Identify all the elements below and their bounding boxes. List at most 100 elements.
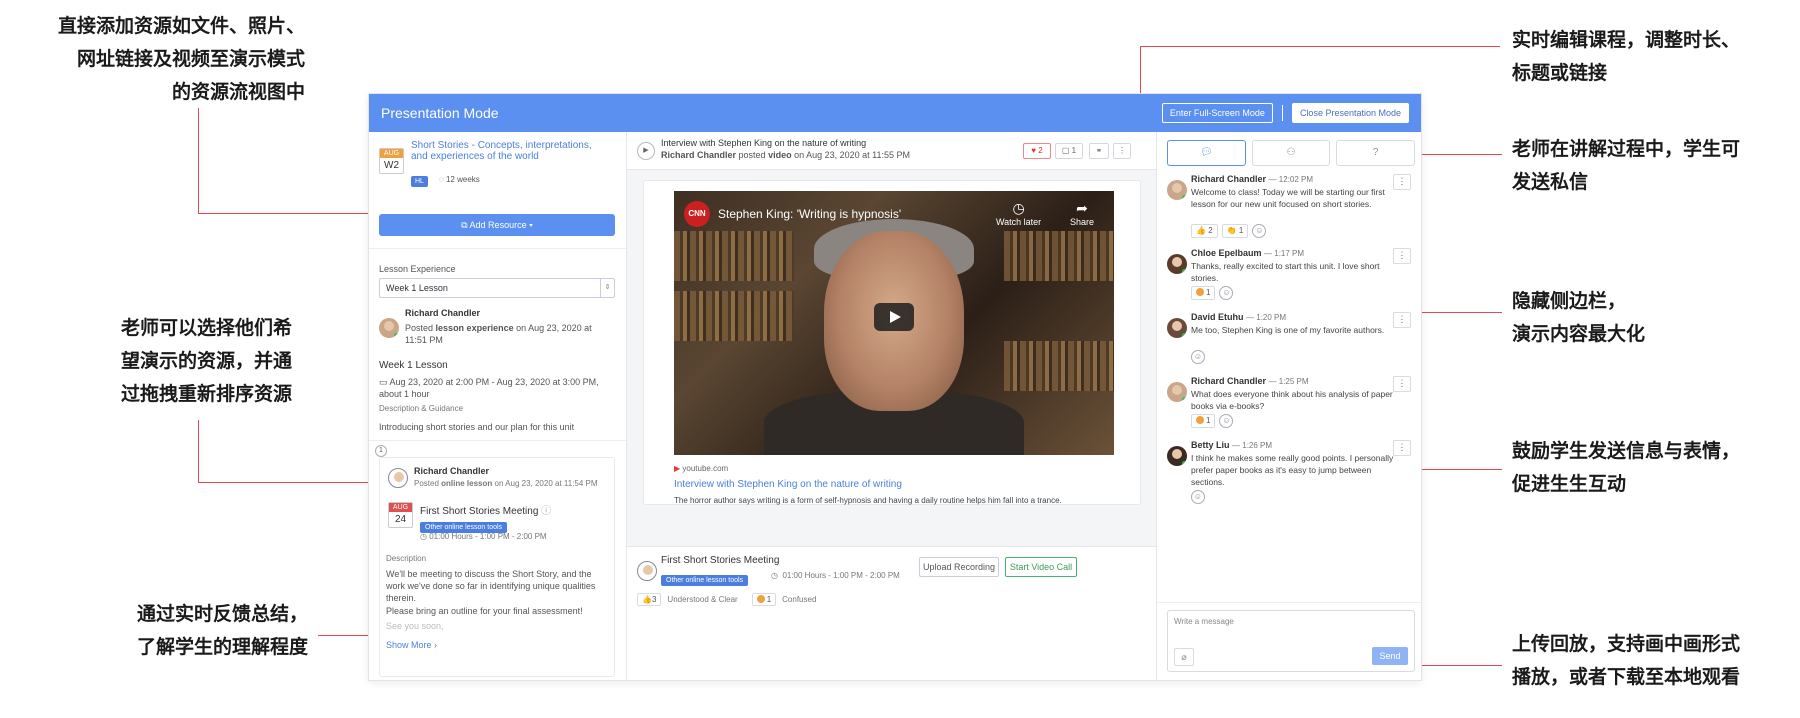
show-more-text: Show More <box>386 640 432 650</box>
emoji-reaction[interactable]: 1 <box>1191 414 1216 428</box>
start-video-call-button[interactable]: Start Video Call <box>1005 557 1077 577</box>
divider <box>369 440 626 441</box>
message-input[interactable]: Write a message <box>1174 617 1234 626</box>
add-resource-button[interactable]: ⧉ Add Resource ▾ <box>379 214 615 236</box>
message-composer: Write a message ⌀ Send <box>1167 610 1415 672</box>
card-desc-3: See you soon, <box>386 621 444 631</box>
share-icon: ➦ <box>1076 200 1088 216</box>
avatar <box>1167 446 1187 466</box>
annotation-private-message: 老师在讲解过程中，学生可 发送私信 <box>1512 138 1741 193</box>
video-card: CNN Stephen King: 'Writing is hypnosis' … <box>643 180 1141 505</box>
emoji-reaction[interactable]: 1 <box>1191 286 1216 300</box>
avatar <box>379 318 399 338</box>
youtube-icon: ▶ <box>674 464 681 473</box>
message-text: Thanks, really excited to start this uni… <box>1191 261 1380 283</box>
message-more-button[interactable]: ⋮ <box>1393 248 1411 264</box>
understood-count: 3 <box>651 595 657 604</box>
course-date-badge: AUG W2 <box>379 148 404 174</box>
chat-message: David Etuhu — 1:20 PM Me too, Stephen Ki… <box>1191 312 1401 336</box>
link-button[interactable]: ⚭ <box>1089 143 1109 159</box>
play-button[interactable] <box>874 303 914 331</box>
resource-header: ▶ Interview with Stephen King on the nat… <box>627 132 1156 170</box>
resource-title: Interview with Stephen King on the natur… <box>661 138 867 148</box>
course-title-link[interactable]: Short Stories - Concepts, interpretation… <box>411 140 611 162</box>
message-more-button[interactable]: ⋮ <box>1393 440 1411 456</box>
posted-item: lesson experience <box>435 323 514 333</box>
lesson-time-text: Aug 23, 2020 at 2:00 PM - Aug 23, 2020 a… <box>379 377 599 399</box>
annotation-hide-sidebar: 隐藏侧边栏， 演示内容最大化 <box>1512 290 1646 345</box>
link-title[interactable]: Interview with Stephen King on the natur… <box>674 479 1124 490</box>
show-more-link[interactable]: Show More › <box>386 640 437 650</box>
lesson-select[interactable]: Week 1 Lesson ⇕ <box>379 278 615 298</box>
add-reaction-icon[interactable]: ☺ <box>1191 490 1205 504</box>
annotation-reorder: 老师可以选择他们希 望演示的资源，并通 过拖拽重新排序资源 <box>120 317 292 405</box>
more-options-button[interactable]: ⋮ <box>1113 143 1131 159</box>
posted-prefix: Posted <box>405 323 434 333</box>
duration-text: 12 weeks <box>445 175 480 184</box>
link-description: The horror author says writing is a form… <box>674 496 1062 505</box>
reaction-count: 1 <box>1238 226 1244 235</box>
calendar-icon: ▭ <box>379 377 390 387</box>
resource-index: 1 <box>375 445 387 457</box>
course-header: AUG W2 Short Stories - Concepts, interpr… <box>379 140 619 192</box>
clap-reaction[interactable]: 👏 1 <box>1221 224 1249 238</box>
card-poster-meta: Posted online lesson on Aug 23, 2020 at … <box>414 478 604 489</box>
video-frame-bookshelf <box>1004 341 1114 391</box>
resource-author: Richard Chandler <box>661 150 737 160</box>
meeting-time: ◷ 01:00 Hours - 1:00 PM - 2:00 PM <box>420 532 547 541</box>
add-reaction-icon[interactable]: ☺ <box>1191 350 1205 364</box>
meeting-title: First Short Stories Meeting ⓘ <box>420 502 551 517</box>
share-label: Share <box>1070 217 1095 227</box>
thumbs-up-reaction[interactable]: 👍 2 <box>1191 224 1218 238</box>
footer-time: ◷ 01:00 Hours - 1:00 PM - 2:00 PM <box>771 571 900 580</box>
message-time: — 1:25 PM <box>1268 377 1309 386</box>
resource-card-online-lesson[interactable]: Richard Chandler Posted online lesson on… <box>379 457 615 677</box>
tab-chat[interactable]: 💬︎ <box>1167 140 1246 166</box>
poster-meta: Posted lesson experience on Aug 23, 2020… <box>405 322 615 346</box>
chat-message: Richard Chandler — 1:25 PM What does eve… <box>1191 376 1401 412</box>
video-player[interactable]: CNN Stephen King: 'Writing is hypnosis' … <box>674 191 1114 455</box>
add-reaction-icon[interactable]: ☺ <box>1219 286 1234 300</box>
understood-count-badge[interactable]: 👍3 <box>637 593 662 606</box>
link-source-text: youtube.com <box>682 464 729 473</box>
desc-guidance-label: Description & Guidance <box>379 404 464 413</box>
video-title: Stephen King: 'Writing is hypnosis' <box>718 207 902 221</box>
confused-count: 1 <box>766 595 772 604</box>
confused-count-badge[interactable]: 1 <box>751 593 777 606</box>
message-more-button[interactable]: ⋮ <box>1393 174 1411 190</box>
add-reaction-icon[interactable]: ☺ <box>1252 224 1267 238</box>
add-reaction-icon[interactable]: ☺ <box>1219 414 1234 428</box>
comment-button[interactable]: ▢ 1 <box>1055 143 1083 159</box>
watch-later-button[interactable]: ◷ Watch later <box>996 199 1041 227</box>
message-more-button[interactable]: ⋮ <box>1393 376 1411 392</box>
close-presentation-button[interactable]: Close Presentation Mode <box>1291 103 1409 123</box>
message-more-button[interactable]: ⋮ <box>1393 312 1411 328</box>
comment-count: 1 <box>1071 146 1077 155</box>
understood-label: Understood & Clear <box>667 595 738 604</box>
badge-week: W2 <box>384 160 399 171</box>
avatar <box>1167 318 1187 338</box>
presentation-stream: ▶ Interview with Stephen King on the nat… <box>627 132 1157 680</box>
presentation-window: Presentation Mode Enter Full-Screen Mode… <box>368 93 1422 681</box>
link-preview: ▶ youtube.com Interview with Stephen Kin… <box>674 464 1124 505</box>
fullscreen-button[interactable]: Enter Full-Screen Mode <box>1161 103 1273 123</box>
reaction-row: 1 ☺ <box>1191 414 1234 428</box>
feedback-summary: 👍3 Understood & Clear 1 Confused <box>637 593 816 606</box>
like-button[interactable]: ♥ 2 <box>1023 143 1051 159</box>
reaction-count: 1 <box>1206 288 1211 297</box>
resource-date: on Aug 23, 2020 at 11:55 PM <box>794 150 911 160</box>
question-icon: ? <box>1372 147 1379 158</box>
message-time: — 1:26 PM <box>1232 441 1273 450</box>
send-button[interactable]: Send <box>1372 647 1408 665</box>
tab-participants[interactable]: ⚇ <box>1251 140 1331 166</box>
message-time: — 1:17 PM <box>1264 249 1305 258</box>
attach-icon[interactable]: ⌀ <box>1174 648 1194 666</box>
add-resource-label: Add Resource <box>469 220 527 230</box>
reaction-count: 2 <box>1208 226 1213 235</box>
annotation-line <box>198 420 199 482</box>
annotation-line <box>1140 46 1500 47</box>
upload-recording-button[interactable]: Upload Recording <box>919 557 999 577</box>
tab-help[interactable]: ? <box>1336 140 1416 166</box>
chat-tabs: 💬︎ ⚇ ? <box>1167 140 1416 166</box>
share-button[interactable]: ➦ Share <box>1070 199 1094 227</box>
